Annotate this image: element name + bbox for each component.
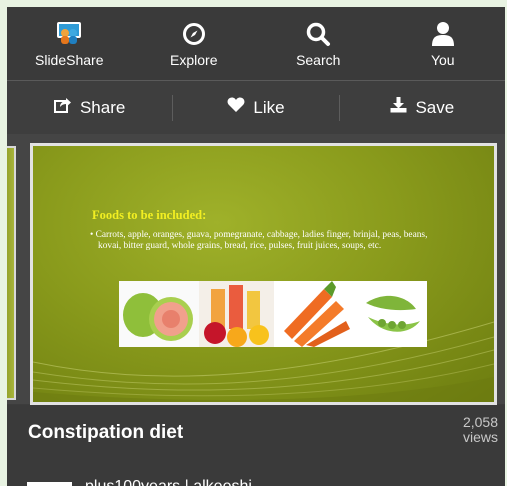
- save-button[interactable]: Save: [340, 81, 505, 134]
- nav-search-label: Search: [296, 52, 341, 68]
- views-count: 2,058 views: [463, 415, 498, 445]
- slide-heading: Foods to be included:: [92, 208, 207, 222]
- presentation-title[interactable]: Constipation diet: [28, 422, 183, 444]
- author-name[interactable]: plus100years | alkeeshi: [85, 478, 252, 486]
- top-navigation: SlideShare Explore Search You: [7, 7, 505, 81]
- compass-icon: [180, 19, 208, 49]
- juice-fruit-photo: [199, 281, 274, 347]
- views-number: 2,058: [462, 414, 498, 430]
- current-slide[interactable]: Foods to be included: • Carrots, apple, …: [30, 143, 497, 405]
- slide-bullet-text: • Carrots, apple, oranges, guava, pomegr…: [90, 230, 428, 251]
- app-window: SlideShare Explore Search You Share Like…: [7, 7, 505, 486]
- nav-explore-label: Explore: [170, 52, 218, 68]
- like-label: Like: [253, 97, 285, 117]
- heart-icon: [227, 97, 245, 118]
- guava-photo: [119, 281, 199, 347]
- action-bar: Share Like Save: [7, 81, 505, 134]
- nav-explore[interactable]: Explore: [132, 7, 257, 80]
- user-icon: [429, 19, 457, 49]
- nav-you-label: You: [430, 52, 455, 68]
- previous-slide-thumbnail[interactable]: [7, 146, 16, 400]
- nav-slideshare-label: SlideShare: [35, 52, 104, 68]
- save-label: Save: [415, 97, 455, 117]
- slide-viewer[interactable]: Foods to be included: • Carrots, apple, …: [7, 134, 505, 405]
- slideshare-logo-icon: [55, 19, 83, 49]
- carrots-photo: [274, 281, 354, 347]
- share-button[interactable]: Share: [7, 81, 172, 134]
- views-label: views: [462, 429, 498, 445]
- share-label: Share: [79, 97, 126, 117]
- author-avatar[interactable]: [27, 482, 72, 486]
- peas-photo: [354, 281, 427, 347]
- like-button[interactable]: Like: [173, 81, 338, 134]
- download-icon: [390, 97, 407, 118]
- nav-slideshare[interactable]: SlideShare: [7, 7, 132, 80]
- share-icon: [53, 97, 72, 118]
- search-icon: [304, 19, 332, 49]
- nav-you[interactable]: You: [381, 7, 506, 80]
- nav-search[interactable]: Search: [256, 7, 381, 80]
- food-photos: [119, 281, 427, 347]
- presentation-info: Constipation diet 2,058 views plus100yea…: [7, 405, 505, 486]
